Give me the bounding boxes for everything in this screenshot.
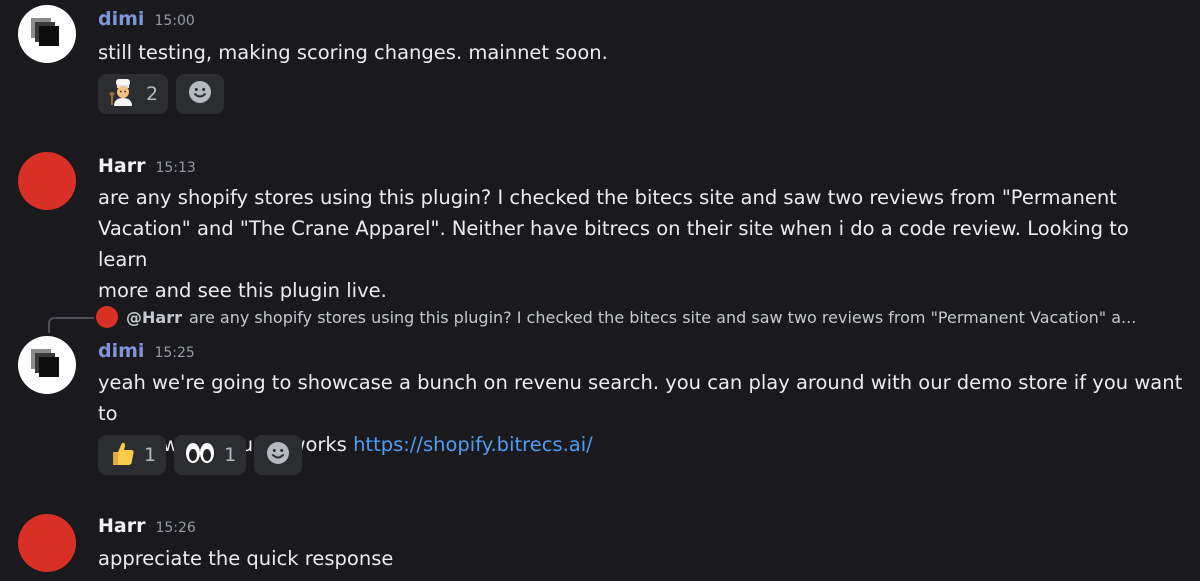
username[interactable]: Harr [98, 515, 145, 537]
smiley-plus-icon [188, 80, 212, 108]
message-header: dimi 15:25 [98, 340, 195, 362]
reactions: 2 [98, 74, 225, 114]
avatar-dimi[interactable] [18, 336, 76, 394]
reply-avatar [96, 306, 118, 328]
add-reaction-button[interactable] [254, 435, 303, 475]
reply-preview[interactable]: @Harr are any shopify stores using this … [96, 306, 1136, 328]
message-text: are any shopify stores using this plugin… [98, 182, 1183, 306]
cook-emoji-icon [108, 77, 138, 111]
message-line: more and see this plugin live. [98, 279, 387, 302]
reaction-thumbs-up[interactable]: 1 [98, 435, 167, 475]
reply-username[interactable]: @Harr [126, 308, 182, 327]
username[interactable]: dimi [98, 8, 144, 30]
message-header: Harr 15:13 [98, 155, 196, 177]
message-line: are any shopify stores using this plugin… [98, 186, 1117, 209]
message-header: Harr 15:26 [98, 515, 196, 537]
message-line: yeah we're going to showcase a bunch on … [98, 371, 1183, 425]
message-line: Vacation" and "The Crane Apparel". Neith… [98, 217, 1129, 271]
add-reaction-button[interactable] [176, 74, 225, 114]
username[interactable]: Harr [98, 155, 145, 177]
avatar-square [39, 26, 59, 46]
timestamp[interactable]: 15:00 [154, 13, 194, 29]
timestamp[interactable]: 15:25 [154, 345, 194, 361]
reaction-count: 2 [146, 83, 159, 105]
timestamp[interactable]: 15:13 [155, 160, 195, 176]
avatar-square [39, 357, 59, 377]
timestamp[interactable]: 15:26 [155, 520, 195, 536]
message-header: dimi 15:00 [98, 8, 195, 30]
smiley-plus-icon [266, 441, 290, 469]
message-text: appreciate the quick response [98, 547, 394, 570]
reaction-count: 1 [144, 444, 157, 466]
shopify-link[interactable]: https://shopify.bitrecs.ai/ [353, 433, 593, 456]
thumbs-up-icon [108, 439, 136, 471]
avatar-harr[interactable] [18, 514, 76, 572]
reactions: 1 1 [98, 435, 303, 475]
reply-text[interactable]: are any shopify stores using this plugin… [189, 308, 1136, 327]
reaction-cook[interactable]: 2 [98, 74, 169, 114]
eyes-icon [184, 439, 216, 471]
reaction-eyes[interactable]: 1 [174, 435, 247, 475]
reaction-count: 1 [224, 444, 237, 466]
avatar-harr[interactable] [18, 152, 76, 210]
message-text: still testing, making scoring changes. m… [98, 41, 608, 64]
reply-connector [48, 317, 94, 333]
avatar-dimi[interactable] [18, 5, 76, 63]
username[interactable]: dimi [98, 340, 144, 362]
